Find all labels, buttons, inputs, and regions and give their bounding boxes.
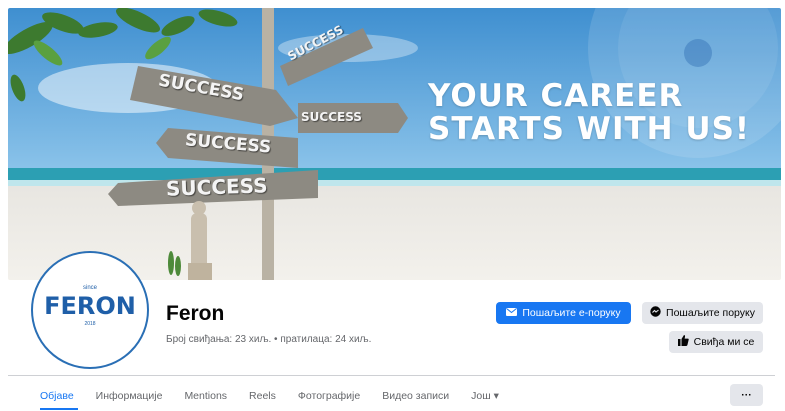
send-email-button[interactable]: Пошаљите е-поруку bbox=[496, 302, 631, 324]
active-tab-indicator bbox=[40, 408, 78, 410]
profile-avatar[interactable]: since FERON 2018 bbox=[31, 251, 149, 369]
sign-text-3: SUCCESS bbox=[301, 110, 362, 124]
tab-reels[interactable]: Reels bbox=[249, 390, 276, 402]
logo-since: since bbox=[82, 285, 97, 291]
tab-posts-label: Објаве bbox=[40, 390, 74, 402]
messenger-icon bbox=[650, 306, 661, 320]
ellipsis-icon: ··· bbox=[741, 389, 752, 401]
like-button[interactable]: Свиђа ми се bbox=[669, 331, 763, 353]
like-label: Свиђа ми се bbox=[693, 336, 755, 348]
send-message-button[interactable]: Пошаљите поруку bbox=[642, 302, 763, 324]
cover-headline-line1: YOUR CAREER bbox=[428, 78, 684, 114]
logo-year: 2018 bbox=[84, 321, 96, 327]
sign-text-5: SUCCESS bbox=[165, 173, 268, 201]
send-message-label: Пошаљите поруку bbox=[666, 307, 755, 319]
divider bbox=[8, 375, 775, 376]
cover-photo[interactable]: SUCCESS SUCCESS SUCCESS SUCCESS SUCCESS … bbox=[8, 8, 781, 280]
logo-wordmark: FERON bbox=[44, 292, 136, 320]
cover-headline: YOUR CAREER STARTS WITH US! bbox=[428, 80, 750, 146]
tab-about[interactable]: Информације bbox=[96, 390, 163, 402]
tab-mentions[interactable]: Mentions bbox=[184, 390, 227, 402]
send-email-label: Пошаљите е-поруку bbox=[522, 307, 621, 319]
page-stats[interactable]: Број свиђања: 23 хиљ. • пратилаца: 24 хи… bbox=[166, 334, 371, 345]
page-title[interactable]: Feron bbox=[166, 302, 224, 326]
tab-posts[interactable]: Објаве bbox=[40, 390, 78, 410]
thumbs-up-icon bbox=[677, 335, 689, 349]
tab-photos[interactable]: Фотографије bbox=[298, 390, 360, 402]
tab-videos[interactable]: Видео записи bbox=[382, 390, 449, 402]
cover-headline-line2: STARTS WITH US! bbox=[428, 111, 751, 147]
page-tabs: Објаве Информације Mentions Reels Фотогр… bbox=[40, 390, 521, 410]
more-options-button[interactable]: ··· bbox=[730, 384, 763, 406]
envelope-icon bbox=[506, 307, 518, 319]
tab-more[interactable]: Још ▾ bbox=[471, 390, 499, 402]
